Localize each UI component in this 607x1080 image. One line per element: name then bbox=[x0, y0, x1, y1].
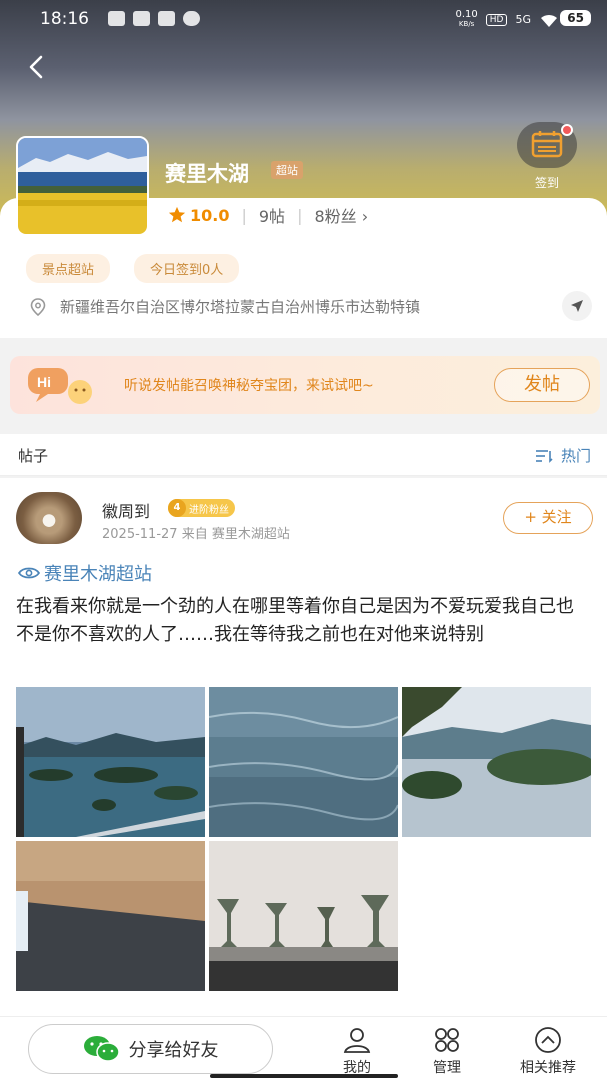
network-type: 5G bbox=[515, 13, 531, 26]
status-time: 18:16 bbox=[40, 9, 89, 29]
star-icon bbox=[168, 206, 186, 223]
status-indicators: 0.10 KB/s HD 5G bbox=[456, 10, 560, 29]
navigation-button[interactable] bbox=[562, 291, 592, 321]
share-label: 分享给好友 bbox=[128, 1040, 219, 1061]
nav-mine[interactable]: 我的 bbox=[322, 1027, 392, 1077]
hd-indicator: HD bbox=[485, 13, 508, 26]
post-photo[interactable] bbox=[16, 687, 205, 837]
person-icon bbox=[343, 1028, 371, 1053]
checkin-button[interactable]: 签到 bbox=[517, 122, 577, 191]
avatar[interactable] bbox=[16, 492, 82, 544]
page-title: 赛里木湖 bbox=[165, 162, 249, 186]
chevron-right-icon: › bbox=[361, 207, 369, 226]
navigation-arrow-icon bbox=[571, 300, 583, 312]
post-content: 在我看来你就是一个劲的人在哪里等着你自己是因为不爱玩爱我自己也不是你不喜欢的人了… bbox=[16, 596, 574, 645]
nav-manage[interactable]: 管理 bbox=[412, 1027, 482, 1077]
post-photo[interactable] bbox=[209, 841, 398, 991]
nav-related[interactable]: 相关推荐 bbox=[510, 1027, 586, 1077]
post-card[interactable]: 徽周到 4 进阶粉丝 2025-11-27 来自 赛里木湖超站 + 关注 赛里木… bbox=[0, 478, 607, 1018]
svg-text:Hi: Hi bbox=[37, 374, 51, 390]
notification-icon bbox=[158, 11, 175, 26]
bottom-bar: 分享给好友 我的 管理 相关推荐 bbox=[0, 1016, 607, 1080]
location-text: 新疆维吾尔自治区博尔塔拉蒙古自治州博乐市达勒特镇 bbox=[60, 298, 421, 316]
posts-count: 9帖 bbox=[258, 207, 286, 226]
sort-icon bbox=[535, 449, 553, 463]
network-speed: 0.10 KB/s bbox=[455, 9, 478, 29]
sort-label: 热门 bbox=[560, 447, 591, 465]
share-button[interactable]: 分享给好友 bbox=[28, 1024, 273, 1074]
wifi-icon bbox=[541, 14, 557, 27]
chevron-up-icon bbox=[535, 1027, 561, 1053]
wechat-icon bbox=[83, 1036, 120, 1062]
fans-count[interactable]: 8粉丝 › bbox=[314, 203, 368, 227]
rating-value: 10.0 bbox=[190, 205, 230, 225]
promo-text: 听说发帖能召唤神秘夺宝团，来试试吧~ bbox=[124, 378, 374, 394]
checkin-label: 签到 bbox=[534, 176, 559, 190]
location-row[interactable]: 新疆维吾尔自治区博尔塔拉蒙古自治州博乐市达勒特镇 bbox=[30, 291, 592, 321]
location-pin-icon bbox=[30, 297, 46, 316]
post-photo[interactable] bbox=[209, 687, 398, 837]
post-photo[interactable] bbox=[16, 841, 205, 991]
cover-image bbox=[16, 136, 149, 236]
post-meta: 2025-11-27 来自 赛里木湖超站 bbox=[102, 527, 290, 542]
stats-row: 10.0 | 9帖 | 8粉丝 › bbox=[168, 203, 368, 227]
notification-icon bbox=[108, 11, 125, 26]
tag-scenic[interactable]: 景点超站 bbox=[26, 254, 111, 283]
posts-header: 帖子 热门 bbox=[0, 434, 607, 476]
create-post-button[interactable]: 发帖 bbox=[494, 368, 590, 402]
back-button[interactable] bbox=[22, 52, 52, 82]
fan-level-badge: 4 进阶粉丝 bbox=[168, 499, 235, 517]
home-indicator bbox=[210, 1074, 398, 1078]
follow-button[interactable]: + 关注 bbox=[503, 502, 593, 534]
notification-dot bbox=[561, 124, 573, 136]
eye-icon bbox=[18, 567, 40, 579]
sort-selector[interactable]: 热门 bbox=[535, 445, 591, 466]
author-name[interactable]: 徽周到 bbox=[102, 498, 150, 522]
super-topic-badge: 超站 bbox=[271, 161, 303, 179]
tag-list: 景点超站 今日签到0人 bbox=[26, 254, 240, 283]
posts-label: 帖子 bbox=[18, 447, 49, 465]
notification-icons bbox=[108, 11, 200, 26]
tag-checkin-count[interactable]: 今日签到0人 bbox=[134, 254, 240, 283]
status-bar: 18:16 0.10 KB/s HD 5G 65 bbox=[0, 0, 607, 40]
promo-banner[interactable]: Hi 听说发帖能召唤神秘夺宝团，来试试吧~ 发帖 bbox=[10, 356, 600, 414]
post-photo[interactable] bbox=[402, 687, 591, 837]
back-arrow-icon bbox=[29, 55, 43, 79]
topic-link[interactable]: 赛里木湖超站 bbox=[18, 560, 152, 586]
grid-icon bbox=[435, 1028, 459, 1052]
notification-icon bbox=[183, 11, 200, 26]
battery-level: 65 bbox=[560, 10, 591, 26]
hi-bubble-icon: Hi bbox=[28, 368, 92, 404]
notification-icon bbox=[133, 11, 150, 26]
